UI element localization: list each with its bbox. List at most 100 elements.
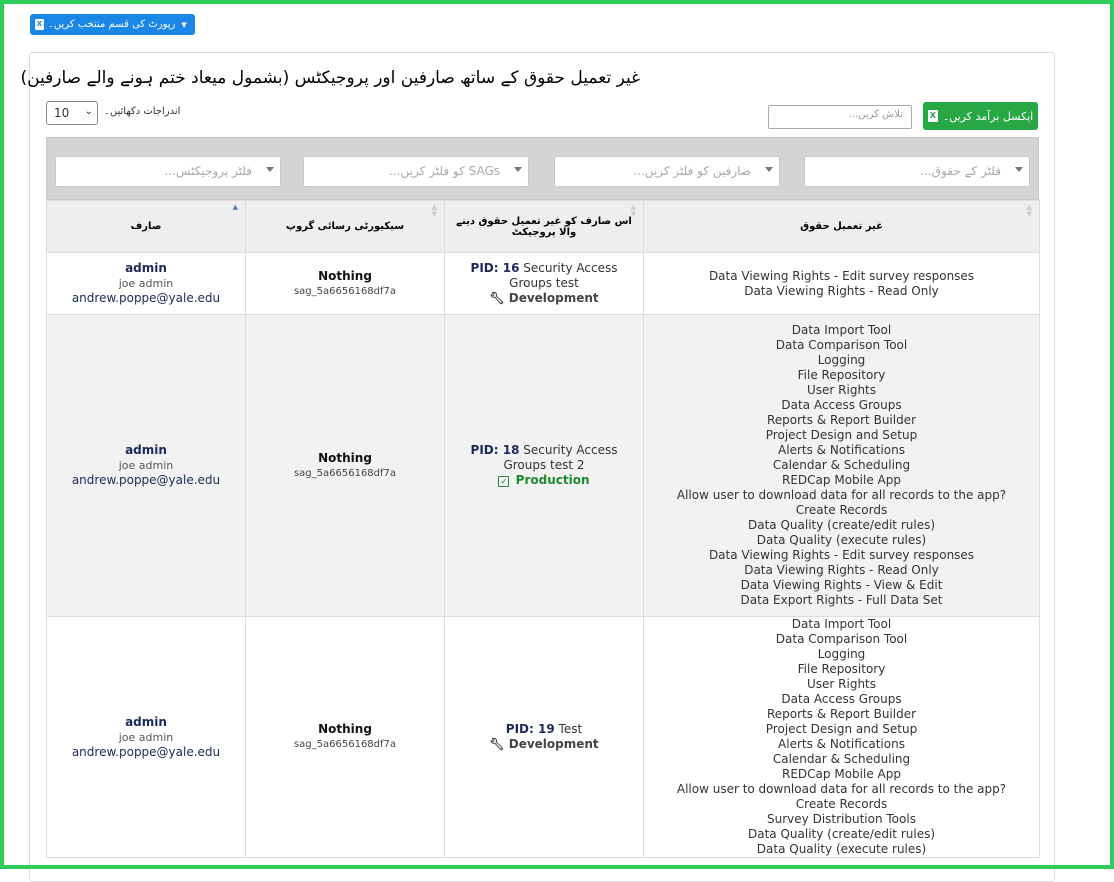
table-row: admin joe admin andrew.poppe@yale.edu Nothi…: [46, 314, 1040, 617]
panel-title: غیر تعمیل حقوق کے ساتھ صارفین اور پروجیک…: [20, 68, 640, 88]
user-email: andrew.poppe@yale.edu: [71, 291, 221, 305]
project-status: 🔧︎ Development: [489, 737, 599, 751]
user-fullname: joe admin: [118, 730, 174, 744]
right-item: Data Quality (execute rules): [756, 533, 927, 547]
user-filter-select[interactable]: صارفین کو فلٹر کریں...: [554, 156, 780, 187]
project-status: 🔧︎ Development: [489, 291, 599, 305]
right-item: Data Viewing Rights - Read Only: [744, 283, 939, 298]
right-item: Allow user to download data for all reco…: [676, 782, 1007, 796]
report-panel: غیر تعمیل حقوق کے ساتھ صارفین اور پروجیک…: [20, 52, 1055, 882]
caret-down-icon: ▼: [181, 20, 187, 29]
report-table: ▲ صارف ▲ ▼ سیکیورٹی رسائی گروپ ▲ ▼ اس صارف کو…: [46, 200, 1040, 858]
project-title-link[interactable]: Test: [559, 722, 583, 736]
username: admin: [125, 443, 167, 457]
report-type-label: رپورٹ کی قسم منتخب کریں۔: [48, 19, 176, 30]
user-fullname: joe admin: [118, 459, 174, 472]
excel-export-label: ایکسل برآمد کریں۔: [942, 109, 1034, 123]
rights-filter-placeholder: فلٹر کے حقوق...: [920, 164, 1001, 178]
user-filter-placeholder: صارفین کو فلٹر کریں...: [633, 164, 751, 178]
right-item: Reports & Report Builder: [766, 707, 917, 721]
table-row: admin joe admin andrew.poppe@yale.edu Nothi…: [46, 616, 1040, 858]
sag-id: sag_5a6656168df7a: [293, 285, 397, 297]
username: admin: [125, 261, 167, 275]
sag-filter-placeholder: SAGs کو فلٹر کریں...: [389, 164, 500, 178]
right-item: Calendar & Scheduling: [772, 458, 911, 472]
right-item: Logging: [817, 353, 866, 367]
right-item: User Rights: [806, 383, 877, 397]
right-item: Logging: [817, 647, 866, 661]
right-item: Data Quality (create/edit rules): [747, 827, 936, 841]
right-item: Reports & Report Builder: [766, 413, 917, 427]
sag-filter-select[interactable]: SAGs کو فلٹر کریں...: [303, 156, 529, 187]
pid-label: PID: 19: [505, 722, 555, 736]
right-item: Alerts & Notifications: [778, 737, 905, 751]
project-filter-placeholder: فلٹر پروجیکٹس...: [164, 164, 252, 178]
right-item: Data Viewing Rights - View & Edit: [740, 578, 943, 592]
entries-length-label: اندراجات دکھائیں۔: [104, 106, 181, 117]
project-cell: PID: 19 Test 🔧︎ Development: [444, 616, 644, 858]
pid-value: 16: [502, 261, 520, 275]
report-table-wrapper: فلٹر پروجیکٹس... SAGs کو فلٹر کریں... صا…: [46, 137, 1040, 858]
chevron-down-icon: [765, 167, 773, 172]
chevron-down-icon: [1015, 167, 1023, 172]
sag-name: Nothing: [318, 268, 372, 283]
right-item: Project Design and Setup: [765, 428, 918, 442]
sort-asc-icon: ▲: [232, 203, 238, 211]
right-item: File Repository: [797, 662, 886, 676]
right-item: File Repository: [797, 368, 886, 382]
pid-value: 18: [502, 443, 520, 457]
chevron-down-icon: [266, 167, 274, 172]
rights-filter-select[interactable]: فلٹر کے حقوق...: [804, 156, 1030, 187]
search-input[interactable]: تلاش کریں...: [768, 105, 912, 129]
sag-id: sag_5a6656168df7a: [293, 739, 397, 750]
sag-id: sag_5a6656168df7a: [293, 467, 397, 479]
entries-length-select[interactable]: 10 ⌄: [46, 101, 98, 125]
pid-label: PID: 18: [470, 443, 520, 457]
right-item: REDCap Mobile App: [782, 767, 901, 781]
right-item: User Rights: [806, 677, 877, 691]
user-cell: admin joe admin andrew.poppe@yale.edu: [46, 252, 246, 315]
project-title-link[interactable]: Security Access Groups test 2: [503, 443, 617, 472]
right-item: Create Records: [795, 503, 888, 517]
project-status: ✓ Production: [449, 473, 639, 488]
right-item: Calendar & Scheduling: [772, 752, 911, 766]
sag-name: Nothing: [318, 450, 372, 465]
right-item: Data Comparison Tool: [775, 632, 908, 646]
right-item: Data Import Tool: [791, 323, 892, 337]
column-header-sag[interactable]: ▲ ▼ سیکیورٹی رسائی گروپ: [245, 200, 445, 253]
pid-value: 19: [538, 722, 555, 736]
check-square-icon: ✓: [498, 476, 510, 487]
user-email: andrew.poppe@yale.edu: [71, 744, 221, 759]
user-cell: admin joe admin andrew.poppe@yale.edu: [46, 314, 246, 617]
right-item: Allow user to download data for all reco…: [676, 488, 1007, 502]
rights-cell: Data Import Tool Data Comparison Tool Logg…: [643, 616, 1040, 858]
right-item: Data Access Groups: [781, 398, 902, 412]
user-fullname: joe admin: [118, 277, 174, 290]
project-title-link[interactable]: Security Access Groups test: [509, 261, 617, 290]
user-email: andrew.poppe@yale.edu: [71, 473, 221, 487]
right-item: Data Export Rights - Full Data Set: [740, 593, 943, 607]
right-item: Data Quality (create/edit rules): [747, 518, 936, 532]
column-header-project[interactable]: ▲ ▼ اس صارف کو غیر تعمیل حقوق دینے والا پر…: [444, 200, 644, 253]
excel-file-icon: X: [927, 110, 938, 122]
right-item: Data Viewing Rights - Edit survey respon…: [708, 268, 975, 283]
column-header-user[interactable]: ▲ صارف: [46, 200, 246, 253]
user-cell: admin joe admin andrew.poppe@yale.edu: [46, 616, 246, 858]
table-row: admin joe admin andrew.poppe@yale.edu Nothi…: [46, 252, 1040, 315]
right-item: Survey Distribution Tools: [767, 812, 916, 826]
project-filter-select[interactable]: فلٹر پروجیکٹس...: [55, 156, 281, 187]
entries-length-value: 10: [54, 106, 70, 120]
right-item: Data Viewing Rights - Read Only: [744, 563, 939, 577]
report-type-dropdown-button[interactable]: X رپورٹ کی قسم منتخب کریں۔ ▼: [30, 14, 195, 35]
project-cell: PID: 18 Security Access Groups test 2 ✓ P…: [444, 314, 644, 617]
chevron-down-icon: ⌄: [84, 106, 93, 117]
right-item: Data Comparison Tool: [775, 338, 908, 352]
sag-cell: Nothing sag_5a6656168df7a: [245, 252, 445, 315]
column-header-rights[interactable]: ▲ ▼ غیر تعمیل حقوق: [643, 200, 1040, 253]
excel-export-button[interactable]: X ایکسل برآمد کریں۔: [923, 102, 1038, 130]
excel-file-icon: X: [35, 19, 44, 30]
filter-row: فلٹر پروجیکٹس... SAGs کو فلٹر کریں... صا…: [46, 137, 1039, 200]
right-item: Project Design and Setup: [765, 722, 918, 736]
right-item: Alerts & Notifications: [778, 443, 905, 457]
right-item: REDCap Mobile App: [782, 473, 901, 487]
